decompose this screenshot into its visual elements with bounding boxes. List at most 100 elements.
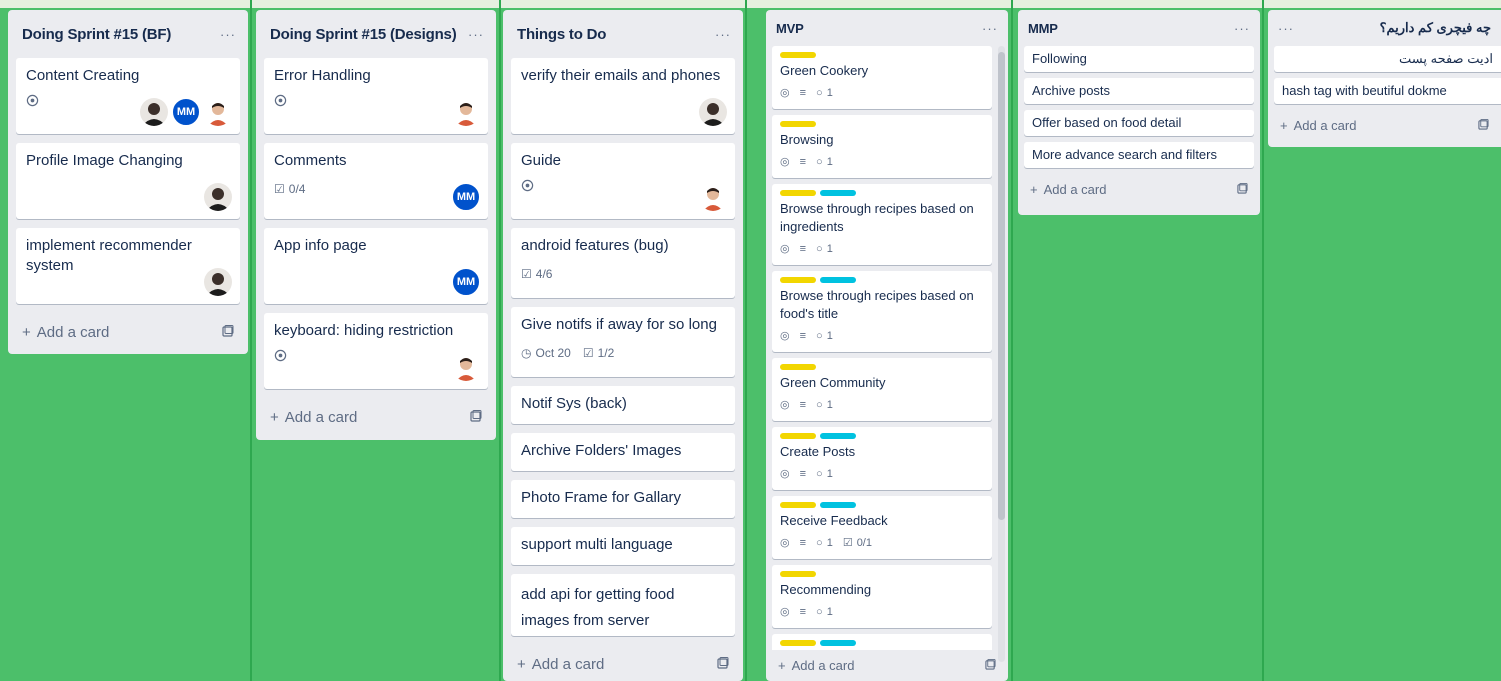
card[interactable]: hash tag with beutiful dokme: [1274, 78, 1501, 104]
watch-eye-icon: ◎: [780, 156, 790, 168]
watch-eye-icon: ◎: [780, 606, 790, 618]
avatar[interactable]: [452, 353, 480, 381]
card-title: Comments: [274, 152, 347, 169]
card-template-icon[interactable]: [985, 658, 996, 673]
avatar[interactable]: [699, 183, 727, 211]
ellipsis-icon[interactable]: ···: [220, 27, 236, 42]
card[interactable]: Notif Sys (back): [511, 386, 735, 424]
card-template-icon[interactable]: [222, 324, 234, 341]
card[interactable]: Browse through recipes based on ingredie…: [772, 184, 992, 265]
list-title[interactable]: چه فیچری کم داریم؟: [1380, 20, 1492, 36]
label-yellow: [780, 52, 816, 58]
list-title[interactable]: Doing Sprint #15 (BF): [22, 26, 171, 43]
due-date: Oct 20: [535, 346, 571, 360]
watch-eye-icon: [274, 94, 287, 107]
ellipsis-icon[interactable]: ···: [1278, 21, 1294, 36]
card[interactable]: Following: [1024, 46, 1254, 72]
label-yellow: [780, 502, 816, 508]
card-template-icon[interactable]: [717, 656, 729, 673]
plus-icon: +: [1280, 117, 1288, 133]
ellipsis-icon[interactable]: ···: [982, 21, 998, 36]
watch-eye-icon: [274, 349, 287, 362]
card-partial[interactable]: [772, 634, 992, 650]
add-card-button[interactable]: + Add a card: [766, 650, 1008, 680]
board-divider: [499, 0, 501, 681]
card[interactable]: More advance search and filters: [1024, 142, 1254, 168]
comment-badge: ○ 1: [816, 84, 833, 102]
add-card-button[interactable]: + Add a card: [8, 313, 248, 351]
card[interactable]: Offer based on food detail: [1024, 110, 1254, 136]
list-doing-sprint-bf: Doing Sprint #15 (BF) ··· Content Creati…: [8, 10, 248, 354]
description-icon: ≡: [799, 330, 807, 342]
card[interactable]: Give notifs if away for so long ◷ Oct 20 …: [511, 307, 735, 377]
card-title: More advance search and filters: [1032, 147, 1217, 162]
card[interactable]: Photo Frame for Gallary: [511, 480, 735, 518]
card[interactable]: Create Posts ◎ ≡ ○ 1: [772, 427, 992, 490]
card[interactable]: Browse through recipes based on food's t…: [772, 271, 992, 352]
comment-count: 1: [826, 537, 833, 549]
add-card-button[interactable]: + Add a card: [503, 645, 743, 681]
card[interactable]: support multi language: [511, 527, 735, 565]
watch-eye-icon: ◎: [780, 399, 790, 411]
ellipsis-icon[interactable]: ···: [1234, 21, 1250, 36]
card[interactable]: add api for getting food images from ser…: [511, 574, 735, 636]
card[interactable]: Receive Feedback ◎ ≡ ○ 1 ☑ 0/1: [772, 496, 992, 559]
avatar[interactable]: MM: [452, 268, 480, 296]
card[interactable]: Archive posts: [1024, 78, 1254, 104]
card[interactable]: Profile Image Changing: [16, 143, 240, 219]
avatar[interactable]: [204, 268, 232, 296]
description-icon: ≡: [799, 87, 807, 99]
card-template-icon[interactable]: [470, 409, 482, 426]
avatar[interactable]: [204, 183, 232, 211]
add-card-button[interactable]: + Add a card: [1018, 174, 1260, 204]
label-yellow: [780, 277, 816, 283]
due-badge: ◷ Oct 20: [521, 343, 571, 363]
comment-count: 1: [826, 87, 833, 99]
label-blue: [820, 433, 856, 439]
ellipsis-icon[interactable]: ···: [468, 27, 484, 42]
description-icon: ≡: [799, 156, 807, 168]
card[interactable]: App info page MM: [264, 228, 488, 304]
card[interactable]: android features (bug) ☑ 4/6: [511, 228, 735, 298]
card[interactable]: implement recommender system: [16, 228, 240, 304]
avatar[interactable]: [452, 98, 480, 126]
avatar[interactable]: [204, 98, 232, 126]
card[interactable]: ادیت صفحه پست: [1274, 46, 1501, 72]
card[interactable]: verify their emails and phones: [511, 58, 735, 134]
watch-eye-icon: ◎: [780, 330, 790, 342]
list-header: Doing Sprint #15 (BF) ···: [8, 10, 248, 58]
avatar[interactable]: MM: [452, 183, 480, 211]
avatar[interactable]: [699, 98, 727, 126]
checklist-badge: ☑ 0/4: [274, 179, 305, 199]
card-title: Browse through recipes based on food's t…: [780, 288, 974, 321]
card[interactable]: Content Creating MM: [16, 58, 240, 134]
card[interactable]: Browsing ◎ ≡ ○ 1: [772, 115, 992, 178]
card[interactable]: Green Community ◎ ≡ ○ 1: [772, 358, 992, 421]
card[interactable]: Archive Folders' Images: [511, 433, 735, 471]
list-title[interactable]: Doing Sprint #15 (Designs): [270, 26, 457, 43]
card[interactable]: Error Handling: [264, 58, 488, 134]
ellipsis-icon[interactable]: ···: [715, 27, 731, 42]
card[interactable]: Green Cookery ◎ ≡ ○ 1: [772, 46, 992, 109]
list-title[interactable]: MMP: [1028, 21, 1058, 36]
card[interactable]: Guide: [511, 143, 735, 219]
comment-count: 1: [826, 156, 833, 168]
avatar[interactable]: MM: [172, 98, 200, 126]
list-header: MVP ···: [766, 10, 1008, 46]
list-title[interactable]: MVP: [776, 21, 804, 36]
comment-icon: ○: [816, 330, 823, 342]
list-title[interactable]: Things to Do: [517, 26, 606, 43]
card[interactable]: keyboard: hiding restriction: [264, 313, 488, 389]
add-card-button[interactable]: + Add a card: [256, 398, 496, 436]
card-template-icon[interactable]: [1237, 182, 1248, 197]
checklist-count: 0/1: [856, 537, 872, 549]
plus-icon: +: [270, 408, 279, 426]
card-template-icon[interactable]: [1478, 118, 1489, 133]
card[interactable]: Comments ☑ 0/4 MM: [264, 143, 488, 219]
add-card-button[interactable]: + Add a card: [1268, 110, 1501, 140]
card-title: Browse through recipes based on ingredie…: [780, 201, 974, 234]
scrollbar-thumb[interactable]: [998, 52, 1005, 520]
plus-icon: +: [778, 657, 786, 673]
card[interactable]: Recommending ◎ ≡ ○ 1: [772, 565, 992, 628]
avatar[interactable]: [140, 98, 168, 126]
